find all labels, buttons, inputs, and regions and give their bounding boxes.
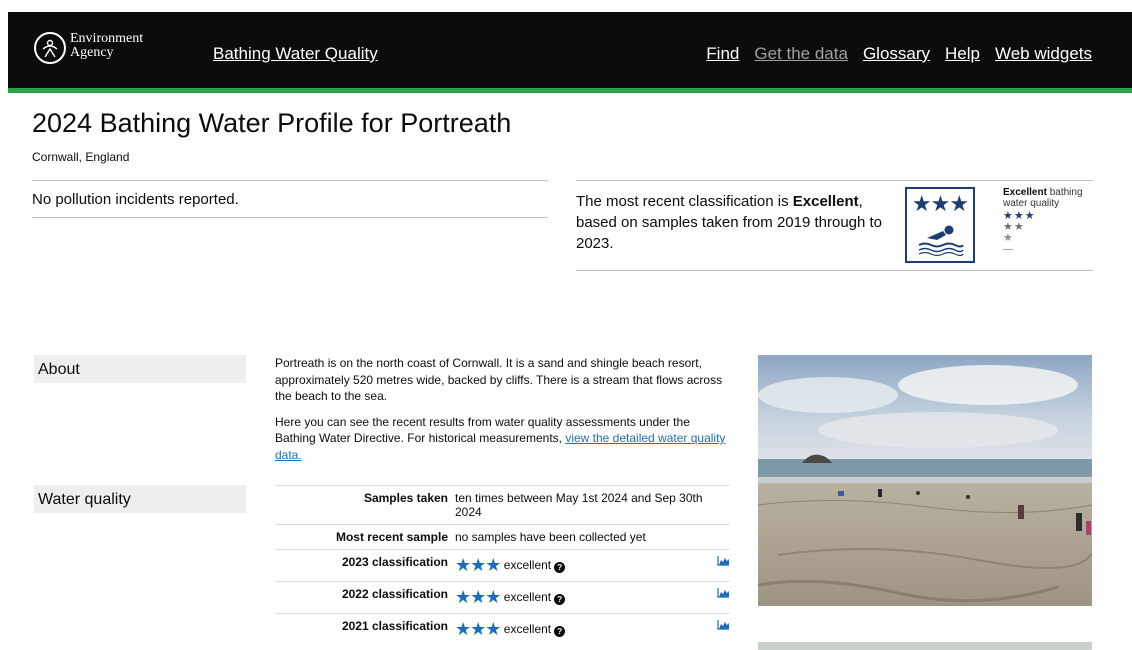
legend-title: Excellent	[1003, 187, 1047, 198]
nav-get-the-data[interactable]: Get the data	[754, 44, 848, 64]
page-title: 2024 Bathing Water Profile for Portreath	[32, 108, 512, 138]
legend-one-star: ★	[1003, 232, 1013, 244]
row-value: ten times between May 1st 2024 and Sep 3…	[455, 485, 730, 525]
legend-two-stars: ★★	[1003, 221, 1025, 233]
location-subtitle: Cornwall, England	[32, 150, 130, 164]
header-accent-bar	[8, 88, 1132, 93]
table-row: 2021 classification ★★★ excellent?	[275, 613, 730, 645]
rating-stars-icon: ★★★	[455, 555, 501, 575]
about-paragraph-2: Here you can see the recent results from…	[275, 414, 730, 464]
classification-text: The most recent classification is Excell…	[576, 191, 891, 254]
classification-panel: The most recent classification is Excell…	[576, 180, 1093, 271]
nav-help[interactable]: Help	[945, 44, 980, 64]
environment-agency-logo[interactable]: Environment Agency	[34, 32, 164, 68]
environment-agency-logo-icon	[34, 32, 66, 64]
classification-badge: ★★★	[905, 187, 975, 263]
water-quality-section-label: Water quality	[34, 485, 246, 513]
question-circle-icon[interactable]: ?	[554, 626, 566, 637]
logo-line-1: Environment	[70, 31, 144, 46]
question-circle-icon[interactable]: ?	[554, 594, 566, 605]
classification-prefix: The most recent classification is	[576, 193, 793, 210]
row-key: 2021 classification	[275, 613, 455, 645]
row-key: Most recent sample	[275, 524, 455, 550]
table-row: Most recent sample no samples have been …	[275, 524, 730, 550]
classification-rating: Excellent	[792, 193, 859, 210]
area-chart-icon[interactable]	[717, 555, 730, 566]
chart-cell	[700, 581, 730, 614]
rating-text: excellent	[503, 622, 552, 636]
row-value: ★★★ excellent?	[455, 613, 700, 645]
rating-text: excellent	[503, 558, 552, 572]
question-circle-icon[interactable]: ?	[554, 562, 566, 573]
table-row: Samples taken ten times between May 1st …	[275, 485, 730, 525]
table-row: 2023 classification ★★★ excellent?	[275, 549, 730, 582]
main-nav: Find Get the data Glossary Help Web widg…	[706, 44, 1092, 64]
pollution-incidents-panel: No pollution incidents reported.	[32, 180, 548, 218]
row-value: ★★★ excellent?	[455, 581, 700, 614]
swimmer-icon	[918, 225, 964, 257]
row-key: 2023 classification	[275, 549, 455, 582]
beach-photo	[758, 355, 1092, 606]
row-value: no samples have been collected yet	[455, 524, 730, 550]
about-section-label: About	[34, 355, 246, 383]
chart-cell	[700, 613, 730, 645]
about-text: Portreath is on the north coast of Cornw…	[275, 355, 730, 472]
row-key: 2022 classification	[275, 581, 455, 614]
rating-stars-icon: ★★★	[455, 619, 501, 639]
nav-web-widgets[interactable]: Web widgets	[995, 44, 1092, 64]
nav-glossary[interactable]: Glossary	[863, 44, 930, 64]
row-value: ★★★ excellent?	[455, 549, 700, 582]
table-row: 2022 classification ★★★ excellent?	[275, 581, 730, 614]
about-paragraph-1: Portreath is on the north coast of Cornw…	[275, 356, 723, 403]
logo-line-2: Agency	[70, 45, 114, 60]
area-chart-icon[interactable]	[717, 619, 730, 630]
water-quality-table: Samples taken ten times between May 1st …	[275, 485, 730, 645]
rating-text: excellent	[503, 590, 552, 604]
app-title-link[interactable]: Bathing Water Quality	[213, 44, 378, 64]
legend-poor: —	[1003, 244, 1013, 255]
row-key: Samples taken	[275, 485, 455, 525]
top-strip	[0, 0, 1132, 12]
logo-text: Environment Agency	[70, 32, 143, 60]
site-header: Environment Agency Bathing Water Quality…	[8, 12, 1132, 88]
badge-stars-icon: ★★★	[911, 191, 969, 216]
classification-legend: Excellent bathing water quality ★★★ ★★ ★…	[1003, 187, 1098, 255]
pollution-incidents-text: No pollution incidents reported.	[32, 191, 239, 208]
chart-cell	[700, 549, 730, 582]
area-chart-icon[interactable]	[717, 587, 730, 598]
nav-find[interactable]: Find	[706, 44, 739, 64]
rating-stars-icon: ★★★	[455, 587, 501, 607]
